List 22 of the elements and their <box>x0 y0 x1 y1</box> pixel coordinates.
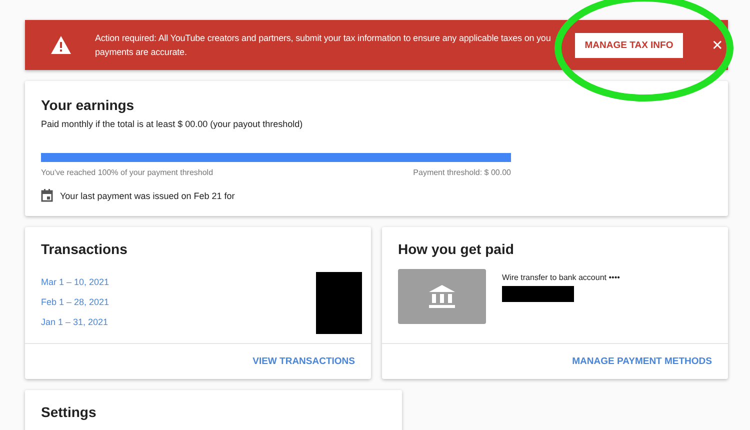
card-title: How you get paid <box>398 241 515 257</box>
view-transactions-button[interactable]: VIEW TRANSACTIONS <box>252 352 355 371</box>
card-title: Transactions <box>41 241 128 257</box>
redaction-box <box>316 272 362 334</box>
close-button[interactable]: ✕ <box>707 37 728 53</box>
threshold-description: Paid monthly if the total is at least $ 00.00 (your payout threshold) <box>41 119 304 129</box>
alert-message: Action required: All YouTube creators and partners, submit your tax information to ensure any applicable taxes on you payments are accurate. <box>95 32 551 59</box>
transaction-period-link[interactable]: Feb 1 – 28, 2021 <box>41 297 110 307</box>
card-title: Settings <box>41 404 98 420</box>
transaction-period-link[interactable]: Mar 1 – 10, 2021 <box>41 277 110 287</box>
warning-icon <box>51 36 71 54</box>
redaction-box <box>502 286 574 302</box>
manage-tax-info-button[interactable]: MANAGE TAX INFO <box>574 32 684 58</box>
card-title: Your earnings <box>41 97 136 113</box>
bank-icon <box>429 284 455 308</box>
payment-method-text: Wire transfer to bank account •••• <box>502 273 620 282</box>
manage-payment-methods-button[interactable]: MANAGE PAYMENT METHODS <box>572 352 712 371</box>
calendar-icon <box>41 189 53 202</box>
progress-label: You've reached 100% of your payment threshold <box>41 168 214 177</box>
last-payment-text: Your last payment was issued on Feb 21 for <box>60 190 235 200</box>
threshold-label: Payment threshold: $ 00.00 <box>413 168 511 177</box>
transaction-period-link[interactable]: Jan 1 – 31, 2021 <box>41 317 108 327</box>
